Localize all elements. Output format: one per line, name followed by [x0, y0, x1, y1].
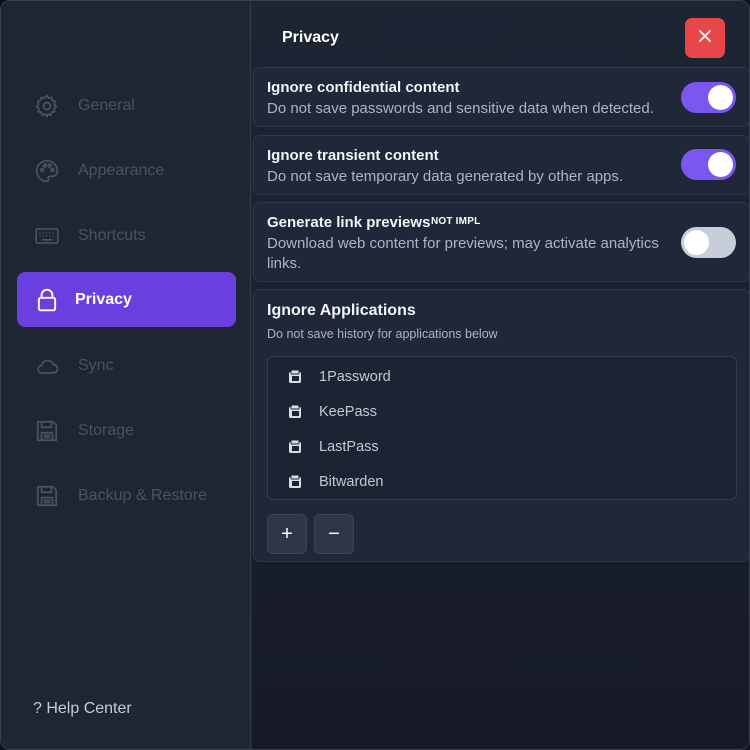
sidebar-item-sync[interactable]: Sync: [17, 338, 236, 393]
toggle-knob: [684, 230, 709, 255]
setting-description: Download web content for previews; may a…: [267, 235, 659, 252]
confidential-toggle[interactable]: [681, 82, 736, 113]
plus-icon: +: [281, 522, 293, 545]
link-previews-toggle[interactable]: [681, 227, 736, 258]
app-icon: [289, 439, 301, 453]
setting-transient: Ignore transient content Do not save tem…: [253, 135, 749, 195]
ignore-applications-section: Ignore Applications Do not save history …: [253, 289, 749, 562]
add-app-button[interactable]: +: [267, 514, 307, 554]
lock-icon: [33, 286, 61, 314]
page-title: Privacy: [282, 29, 339, 46]
main-panel: Privacy Ignore confidential content Do n…: [252, 1, 749, 749]
cloud-icon: [33, 352, 61, 380]
sidebar-item-label: Sync: [78, 356, 114, 374]
sidebar-item-backup-restore[interactable]: Backup & Restore: [17, 468, 236, 523]
app-icon: [289, 404, 301, 418]
list-item[interactable]: Bitwarden: [286, 471, 383, 493]
list-item[interactable]: KeePass: [286, 401, 377, 423]
setting-description: Do not save passwords and sensitive data…: [267, 100, 654, 117]
sidebar-item-label: General: [78, 96, 135, 114]
sidebar-item-label: Appearance: [78, 161, 165, 179]
setting-confidential: Ignore confidential content Do not save …: [253, 67, 749, 127]
minus-icon: −: [328, 522, 340, 545]
section-title: Ignore Applications: [267, 302, 416, 319]
sidebar-item-appearance[interactable]: Appearance: [17, 143, 236, 198]
not-impl-badge: NOT IMPL: [431, 216, 481, 227]
app-name: 1Password: [319, 369, 391, 385]
app-name: KeePass: [319, 404, 378, 420]
sidebar-item-storage[interactable]: Storage: [17, 403, 236, 458]
setting-description-cont: links.: [267, 255, 302, 272]
toggle-knob: [708, 85, 733, 110]
save-icon: [33, 417, 61, 445]
ignored-apps-list[interactable]: 1Password KeePass LastPass Bitwarden: [267, 356, 737, 500]
sidebar-item-label: Shortcuts: [78, 226, 146, 244]
app-icon: [289, 474, 301, 488]
setting-title: Ignore transient content: [267, 147, 439, 164]
close-button[interactable]: [685, 18, 725, 58]
setting-link-previews: Generate link previews NOT IMPL Download…: [253, 202, 749, 282]
sidebar-item-privacy[interactable]: Privacy: [17, 272, 236, 327]
palette-icon: [33, 157, 61, 185]
toggle-knob: [708, 152, 733, 177]
sidebar: General Appearance Shortcuts Privacy Syn…: [1, 1, 251, 749]
help-center-link[interactable]: ? Help Center: [33, 700, 132, 718]
section-description: Do not save history for applications bel…: [267, 327, 498, 341]
sidebar-item-label: Backup & Restore: [78, 486, 207, 504]
remove-app-button[interactable]: −: [314, 514, 354, 554]
setting-title: Generate link previews: [267, 214, 431, 231]
app-name: Bitwarden: [319, 474, 384, 490]
app-icon: [289, 369, 301, 383]
list-item[interactable]: LastPass: [286, 436, 379, 458]
sidebar-item-label: Privacy: [75, 290, 132, 308]
gear-icon: [33, 92, 61, 120]
close-icon: [697, 28, 713, 49]
transient-toggle[interactable]: [681, 149, 736, 180]
setting-description: Do not save temporary data generated by …: [267, 168, 624, 185]
keyboard-icon: [33, 222, 61, 250]
backup-icon: [33, 482, 61, 510]
app-name: LastPass: [319, 439, 379, 455]
sidebar-item-label: Storage: [78, 421, 135, 439]
sidebar-item-general[interactable]: General: [17, 78, 236, 133]
sidebar-item-shortcuts[interactable]: Shortcuts: [17, 208, 236, 263]
settings-window: General Appearance Shortcuts Privacy Syn…: [0, 0, 750, 750]
list-item[interactable]: 1Password: [286, 366, 391, 388]
setting-title: Ignore confidential content: [267, 79, 460, 96]
